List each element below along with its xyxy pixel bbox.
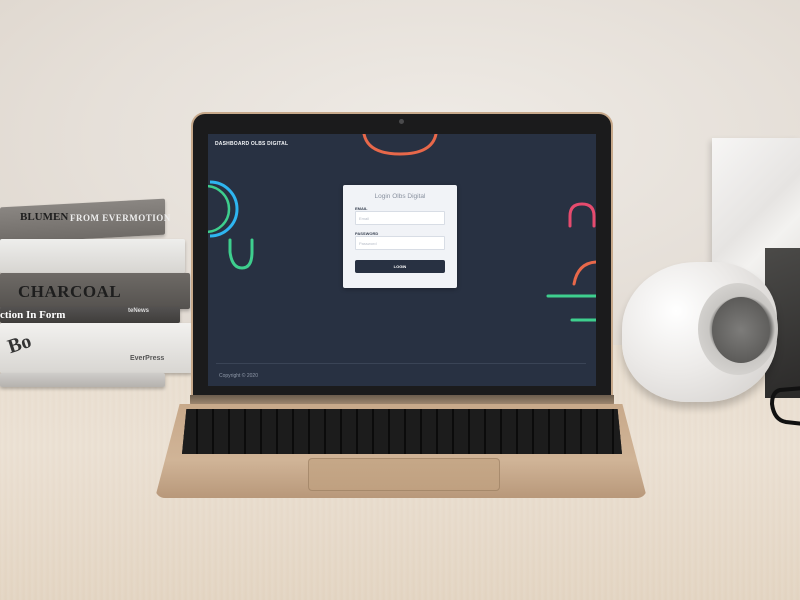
login-button-label: LOGIN [393, 264, 407, 269]
brand-title[interactable]: DASHBOARD OLBS DIGITAL [215, 141, 288, 147]
login-button[interactable]: LOGIN [355, 260, 445, 273]
email-placeholder: Email [359, 216, 370, 221]
book-title: FROM EVERMOTION [70, 213, 171, 223]
book-title: teNews [128, 308, 150, 314]
keyboard [182, 409, 622, 454]
laptop-screen: DASHBOARD OLBS DIGITAL Login Olbs Digita… [208, 134, 596, 386]
password-placeholder: Password [359, 241, 377, 246]
trackpad [308, 458, 500, 491]
book-title: ction In Form [0, 309, 66, 321]
footer-copyright: Copyright © 2020 [219, 373, 258, 379]
book-title: CHARCOAL [18, 282, 122, 301]
book-title: BLUMEN [20, 211, 69, 223]
webcam [399, 119, 404, 124]
password-field[interactable]: Password [355, 236, 445, 250]
book-stack: BLUMEN FROM EVERMOTION CHARCOAL teNews c… [0, 195, 200, 395]
login-card: Login Olbs Digital EMAIL Email PASSWORD … [343, 185, 457, 288]
login-title: Login Olbs Digital [374, 193, 426, 200]
email-field[interactable]: Email [355, 211, 445, 225]
glasses [769, 386, 800, 426]
footer-divider [216, 363, 586, 364]
book [0, 373, 165, 387]
laptop-hinge [190, 395, 614, 405]
book [0, 239, 185, 273]
book-title: EverPress [130, 355, 165, 362]
speaker-cone [712, 297, 770, 363]
